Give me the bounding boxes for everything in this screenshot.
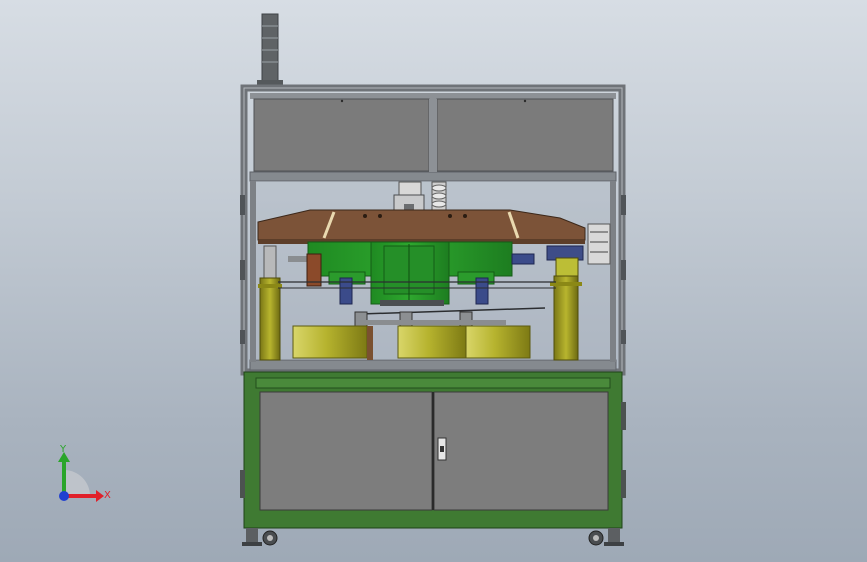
olive-pots — [292, 325, 531, 360]
x-axis-label: X — [104, 490, 111, 501]
right-side-bracket — [587, 223, 611, 265]
y-axis-label: Y — [59, 444, 67, 455]
left-brown-cylinder — [306, 253, 322, 287]
coordinate-triad: Y X — [58, 444, 111, 502]
cad-viewport[interactable]: Y X — [0, 0, 867, 562]
signal-tower — [257, 13, 283, 88]
casters — [242, 528, 624, 546]
machine-assembly-drawing: Y X — [58, 13, 626, 546]
top-cover-panels — [253, 98, 614, 172]
base-cabinet — [240, 371, 626, 529]
wooden-top-plate — [257, 209, 586, 244]
z-axis-dot — [59, 491, 69, 501]
